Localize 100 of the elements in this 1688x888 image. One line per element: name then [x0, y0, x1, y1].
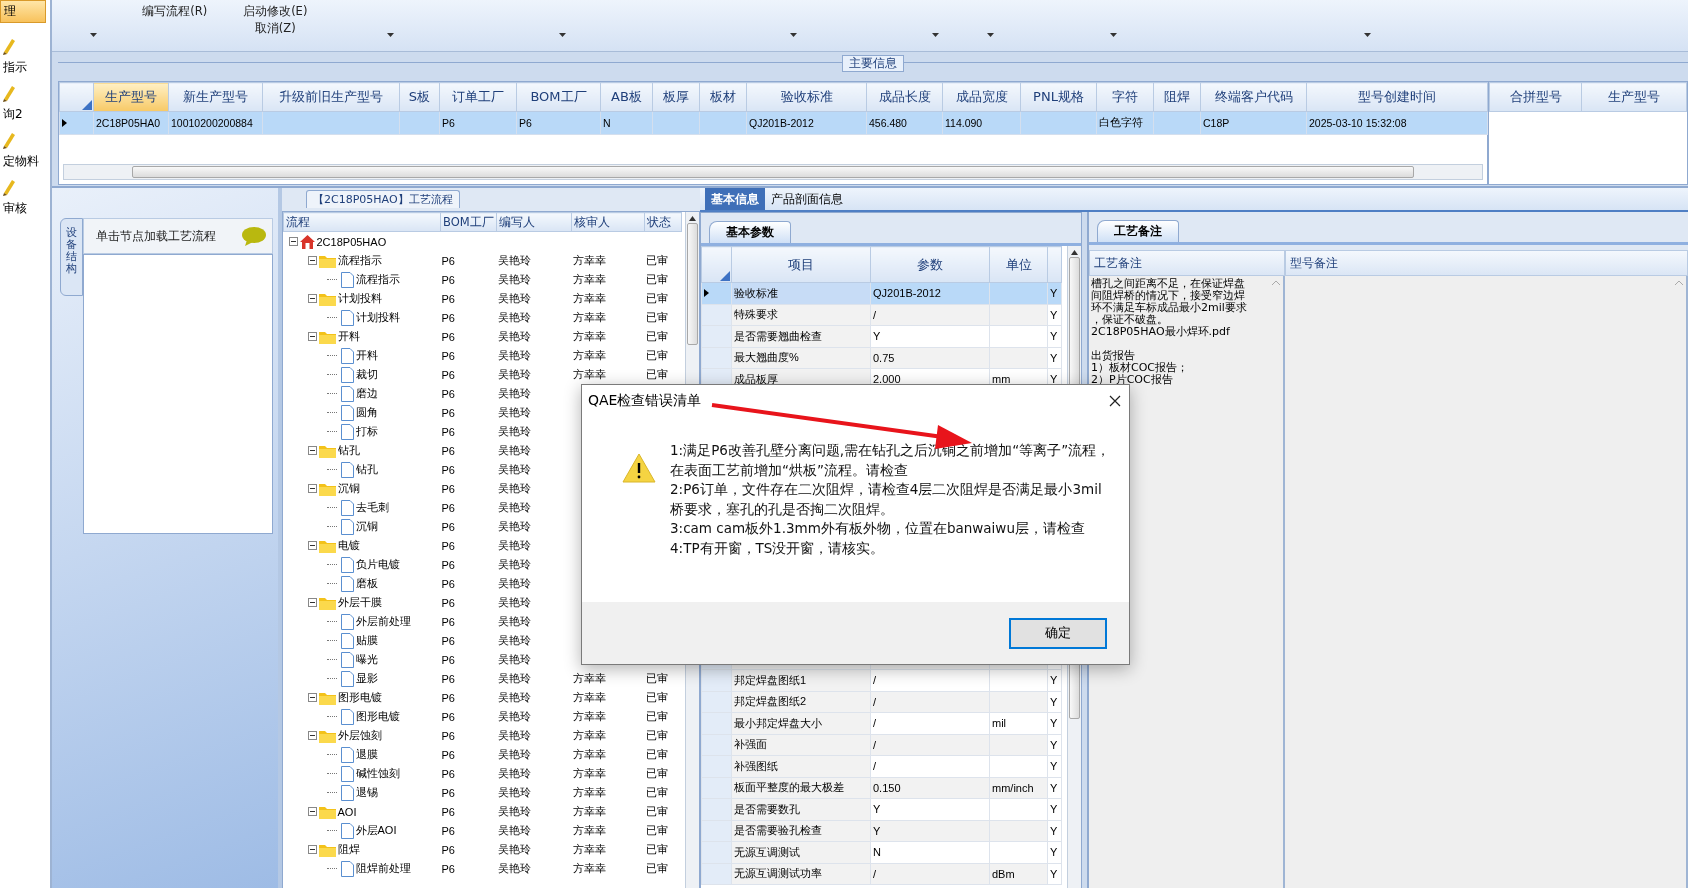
table-cell-text: 吴艳玲	[496, 671, 532, 686]
table-cell-text: 方幸幸	[571, 329, 607, 344]
table-cell-text: P6	[440, 405, 456, 421]
table-cell-text: P6	[440, 823, 456, 839]
error-message: 2:P6订单，文件存在二次阻焊，请检查4层二次阻焊是否满足最小3mil桥要求，塞孔的孔是否掏二次阻焊。	[670, 480, 1103, 519]
table-cell-text: 吴艳玲	[496, 500, 532, 515]
table-cell-text: 吴艳玲	[496, 348, 532, 363]
param-flag: Y	[1047, 347, 1062, 369]
table-cell-text: P6	[440, 291, 456, 307]
table-cell-text: 吴艳玲	[496, 557, 532, 572]
table-cell-text: 方幸幸	[571, 690, 607, 705]
table-cell-text: 吴艳玲	[496, 709, 532, 724]
table-cell-text: 方幸幸	[571, 842, 607, 857]
error-message: 4:TP有开窗，TS没开窗，请核实。	[670, 538, 886, 558]
table-cell-text: 吴艳玲	[496, 633, 532, 648]
table-cell-text: 方幸幸	[571, 728, 607, 743]
table-cell-text: P6	[440, 690, 456, 706]
table-cell-text: 已审	[644, 671, 669, 686]
table-cell-text: 方幸幸	[571, 291, 607, 306]
table-cell-text: 吴艳玲	[496, 804, 532, 819]
table-cell-text: P6	[440, 443, 456, 459]
table-cell-text: P6	[440, 576, 456, 592]
table-cell-text: P6	[440, 519, 456, 535]
table-cell-text: P6	[440, 747, 456, 763]
table-cell-text: 吴艳玲	[496, 766, 532, 781]
param-flag: Y	[1047, 798, 1062, 820]
table-cell-text: P6	[440, 614, 456, 630]
table-cell-text: P6	[440, 329, 456, 345]
param-flag: Y	[1047, 863, 1062, 885]
param-value: N	[870, 841, 990, 863]
table-cell-text: 吴艳玲	[496, 576, 532, 591]
table-cell-text: 吴艳玲	[496, 747, 532, 762]
table-cell-text: P6	[440, 633, 456, 649]
param-flag: Y	[1047, 755, 1062, 777]
table-cell: 2025-03-10 15:32:08	[1306, 111, 1488, 135]
table-cell-text: P6	[440, 671, 456, 687]
table-cell-text: 吴艳玲	[496, 785, 532, 800]
note-text: 出货报告 1）板材COC报告； 2）P片COC报告	[1091, 350, 1189, 386]
panel-title: 【2C18P05HAO】工艺流程	[306, 190, 460, 208]
table-cell-text: 方幸幸	[571, 272, 607, 287]
table-cell-text: 吴艳玲	[496, 614, 532, 629]
section-title: 主要信息	[842, 55, 904, 72]
table-cell-text: 方幸幸	[571, 709, 607, 724]
table-cell-text: 已审	[644, 709, 669, 724]
param-flag: Y	[1047, 691, 1062, 713]
table-cell-text: 吴艳玲	[496, 310, 532, 325]
table-cell-text: 方幸幸	[571, 785, 607, 800]
table-cell-text: 吴艳玲	[496, 519, 532, 534]
table-cell-text: P6	[440, 785, 456, 801]
table-cell-text: P6	[440, 538, 456, 554]
table-cell-text: 吴艳玲	[496, 595, 532, 610]
table-cell-text: 吴艳玲	[496, 386, 532, 401]
param-flag: Y	[1047, 734, 1062, 756]
error-message: 3:cam cam板外1.3mm外有板外物，位置在banwaiwu层，请检查	[670, 519, 1086, 538]
table-cell-text: 已审	[644, 690, 669, 705]
table-cell-text: P6	[440, 595, 456, 611]
table-cell-text: 吴艳玲	[496, 728, 532, 743]
table-cell-text: P6	[440, 424, 456, 440]
table-cell-text: P6	[440, 310, 456, 326]
table-cell-text: 吴艳玲	[496, 842, 532, 857]
param-flag: Y	[1047, 669, 1062, 691]
table-cell-text: P6	[440, 481, 456, 497]
param-flag: Y	[1047, 841, 1062, 863]
table-cell-text: 吴艳玲	[496, 253, 532, 268]
table-cell-text: P6	[440, 709, 456, 725]
table-cell-text: 吴艳玲	[496, 481, 532, 496]
param-flag: Y	[1047, 777, 1062, 799]
table-cell-text: P6	[440, 728, 456, 744]
table-cell-text: 已审	[644, 861, 669, 876]
table-cell-text: 吴艳玲	[496, 291, 532, 306]
table-cell-text: 吴艳玲	[496, 367, 532, 382]
param-value: /	[870, 712, 990, 734]
table-cell-text: 方幸幸	[571, 671, 607, 686]
table-cell-text: 吴艳玲	[496, 424, 532, 439]
table-cell-text: P6	[440, 500, 456, 516]
table-cell-text: 已审	[644, 310, 669, 325]
table-cell-text: 已审	[644, 785, 669, 800]
table-cell-text: 已审	[644, 747, 669, 762]
table-cell-text: 吴艳玲	[496, 462, 532, 477]
column-header: 工艺备注	[1089, 250, 1285, 276]
table-cell: QJ201B-2012	[746, 111, 867, 135]
table-cell-text: P6	[440, 804, 456, 820]
dialog-title: QAE检查错误清单	[588, 392, 702, 410]
note-text: 槽孔之间距离不足，在保证焊盘 间阻焊桥的情况下，接受窄边焊 环不满足车标成品最小2mil要求 ，保证不破盘。 2C18P05HAO最小焊环.pdf	[1091, 278, 1247, 338]
table-cell-text: P6	[440, 367, 456, 383]
table-cell-text: 方幸幸	[571, 766, 607, 781]
table-cell-text: 已审	[644, 348, 669, 363]
table-cell-text: 吴艳玲	[496, 443, 532, 458]
table-cell-text: 已审	[644, 823, 669, 838]
param-flag: Y	[1047, 304, 1062, 326]
table-cell-text: 吴艳玲	[496, 652, 532, 667]
table-cell-text: 方幸幸	[571, 348, 607, 363]
table-cell-text: 方幸幸	[571, 253, 607, 268]
table-cell-text: 吴艳玲	[496, 861, 532, 876]
table-cell-text: P6	[440, 557, 456, 573]
table-cell-text: 方幸幸	[571, 823, 607, 838]
table-cell-text: P6	[440, 253, 456, 269]
table-cell-text: P6	[440, 348, 456, 364]
table-cell-text: 吴艳玲	[496, 405, 532, 420]
table-cell-text: 已审	[644, 272, 669, 287]
